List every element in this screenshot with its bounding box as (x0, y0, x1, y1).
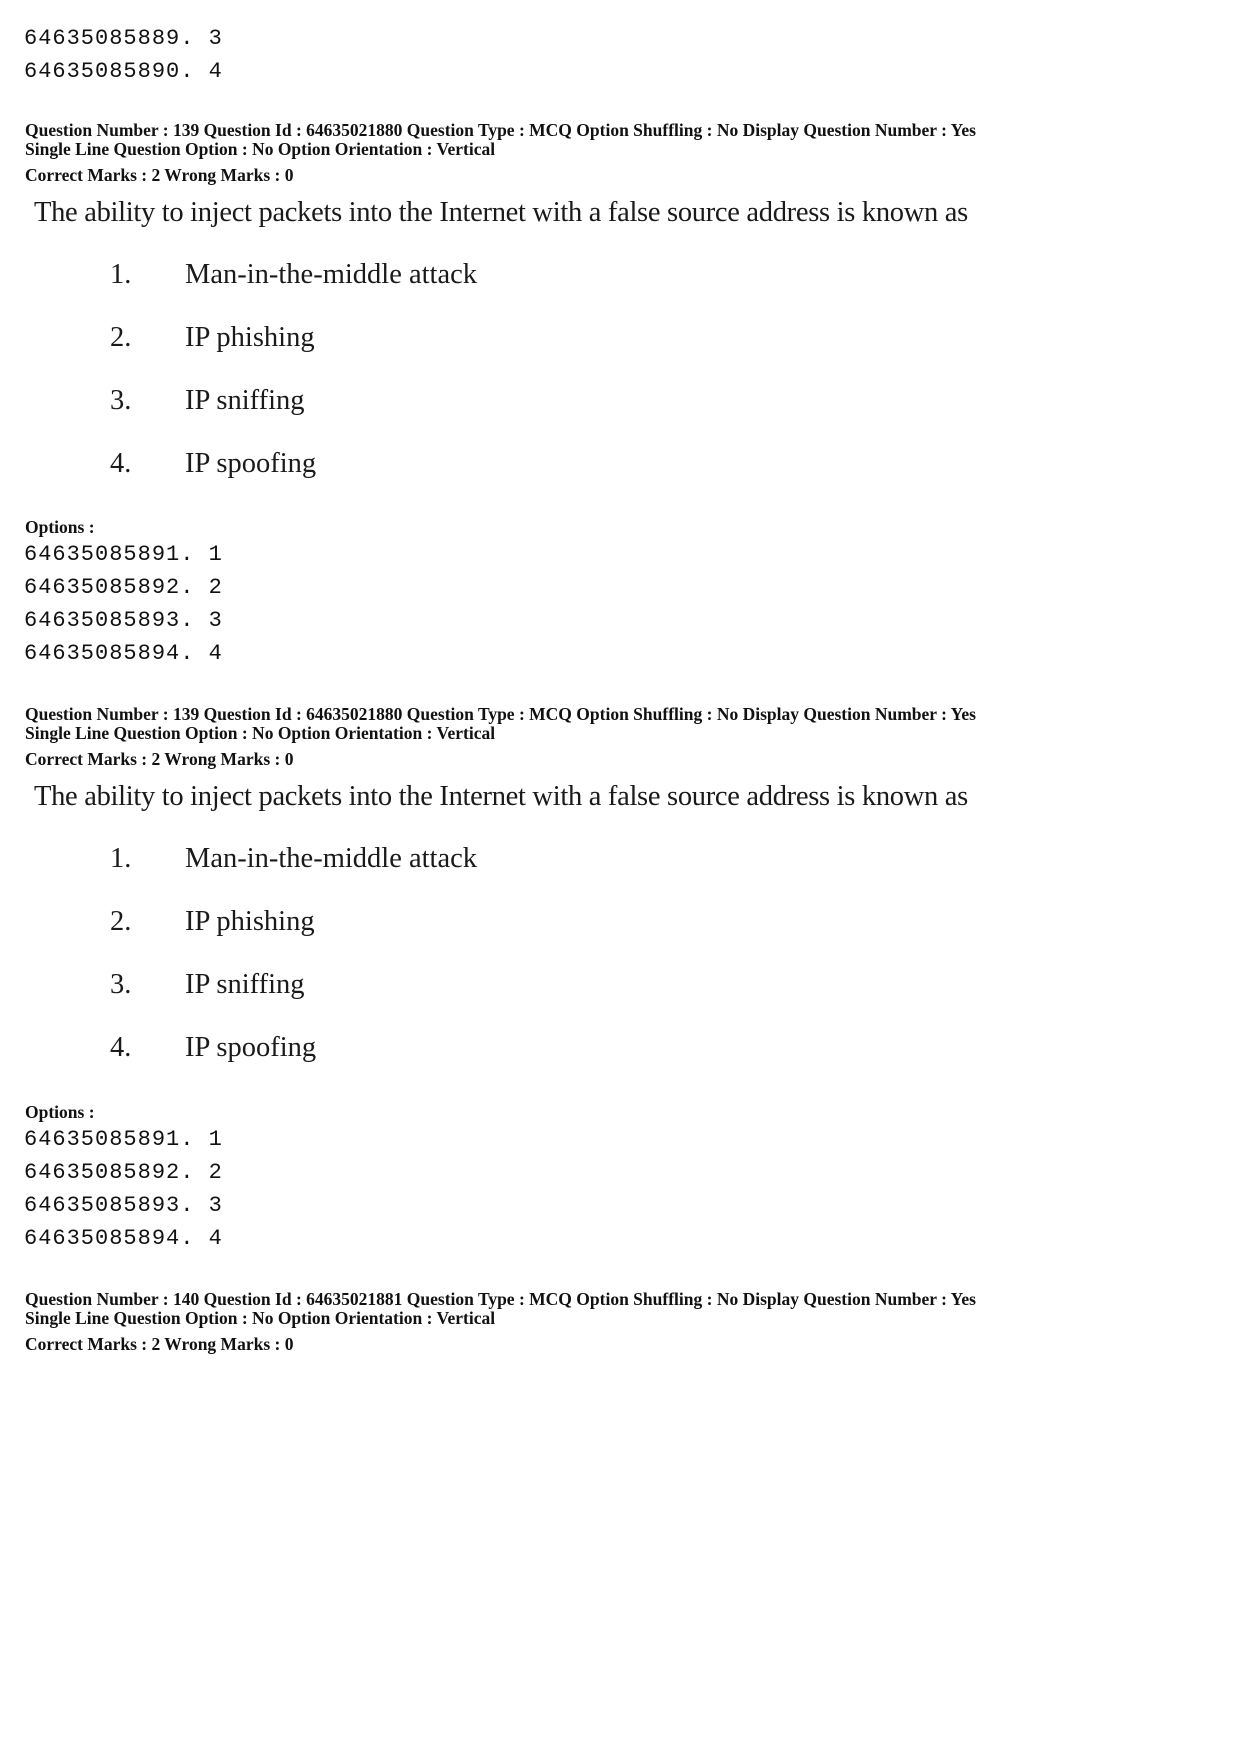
option-id-line: 64635085891. 1 (24, 1127, 223, 1152)
question-marks: Correct Marks : 2 Wrong Marks : 0 (25, 1334, 294, 1354)
option-id-line: 64635085892. 2 (24, 575, 223, 600)
question-text: The ability to inject packets into the I… (34, 781, 968, 812)
question-marks: Correct Marks : 2 Wrong Marks : 0 (25, 749, 294, 769)
question-marks: Correct Marks : 2 Wrong Marks : 0 (25, 165, 294, 185)
question-meta-line1: Question Number : 139 Question Id : 6463… (25, 704, 976, 724)
option-id-line: 64635085893. 3 (24, 608, 223, 633)
question-meta-line1: Question Number : 139 Question Id : 6463… (25, 120, 976, 140)
option-id-line: 64635085890. 4 (24, 59, 223, 84)
option-id-line: 64635085892. 2 (24, 1160, 223, 1185)
option-id-line: 64635085891. 1 (24, 542, 223, 567)
question-meta-line2: Single Line Question Option : No Option … (25, 723, 496, 743)
options-label: Options : (25, 1102, 95, 1122)
option-id-line: 64635085893. 3 (24, 1193, 223, 1218)
option-id-line: 64635085889. 3 (24, 26, 223, 51)
option-id-line: 64635085894. 4 (24, 641, 223, 666)
question-meta-line2: Single Line Question Option : No Option … (25, 1308, 496, 1328)
question-meta-line1: Question Number : 140 Question Id : 6463… (25, 1289, 976, 1309)
question-meta-line2: Single Line Question Option : No Option … (25, 139, 496, 159)
option-id-line: 64635085894. 4 (24, 1226, 223, 1251)
question-text: The ability to inject packets into the I… (34, 197, 968, 228)
options-label: Options : (25, 517, 95, 537)
